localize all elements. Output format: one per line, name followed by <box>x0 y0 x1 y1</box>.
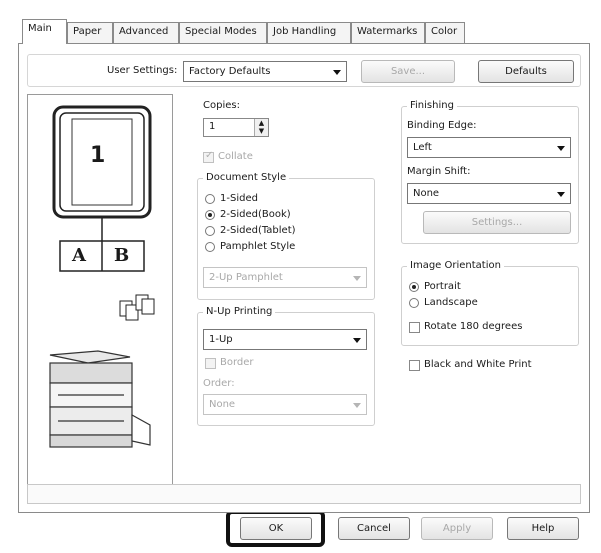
radio-landscape[interactable] <box>409 298 419 308</box>
tab-color[interactable]: Color <box>425 22 465 43</box>
nup-value: 1-Up <box>209 334 233 345</box>
image-orientation-legend: Image Orientation <box>407 260 504 271</box>
save-button-label: Save... <box>390 66 426 77</box>
status-bar <box>27 484 581 504</box>
radio-1-sided-label: 1-Sided <box>220 193 258 204</box>
ok-button[interactable]: OK <box>240 517 312 540</box>
chevron-down-icon <box>557 146 565 151</box>
chevron-down-icon <box>353 338 361 343</box>
black-white-label: Black and White Print <box>424 359 532 370</box>
tab-label: Advanced <box>119 26 169 37</box>
binding-edge-select[interactable]: Left <box>407 137 571 158</box>
radio-2-sided-tablet-label: 2-Sided(Tablet) <box>220 225 296 236</box>
radio-portrait[interactable] <box>409 282 419 292</box>
order-label: Order: <box>203 378 235 389</box>
nup-select[interactable]: 1-Up <box>203 329 367 350</box>
tab-job-handling[interactable]: Job Handling <box>267 22 351 43</box>
binding-edge-label: Binding Edge: <box>407 120 477 131</box>
margin-shift-select[interactable]: None <box>407 183 571 204</box>
preview-page-number: 1 <box>90 143 106 168</box>
border-checkbox[interactable] <box>205 358 216 369</box>
black-white-checkbox[interactable] <box>409 360 420 371</box>
border-label: Border <box>220 357 254 368</box>
ok-button-label: OK <box>268 523 284 534</box>
tab-main[interactable]: Main <box>22 19 67 44</box>
chevron-down-icon <box>333 70 341 75</box>
tab-label: Job Handling <box>273 26 337 37</box>
binding-edge-value: Left <box>413 142 432 153</box>
tab-label: Special Modes <box>185 26 257 37</box>
margin-shift-value: None <box>413 188 440 199</box>
help-button-label: Help <box>531 523 555 534</box>
tab-special-modes[interactable]: Special Modes <box>179 22 267 43</box>
chevron-down-icon <box>557 192 565 197</box>
document-style-legend: Document Style <box>203 172 290 183</box>
radio-portrait-label: Portrait <box>424 281 461 292</box>
tab-label: Paper <box>73 26 102 37</box>
finishing-settings-label: Settings... <box>471 217 523 228</box>
defaults-button[interactable]: Defaults <box>478 60 574 83</box>
rotate-180-checkbox[interactable] <box>409 322 420 333</box>
tab-label: Color <box>431 26 458 37</box>
collate-label: Collate <box>218 151 253 162</box>
tab-label: Watermarks <box>357 26 418 37</box>
user-settings-value: Factory Defaults <box>189 66 271 77</box>
rotate-180-label: Rotate 180 degrees <box>424 321 523 332</box>
cancel-button[interactable]: Cancel <box>338 517 410 540</box>
radio-2-sided-tablet[interactable] <box>205 226 215 236</box>
help-button[interactable]: Help <box>507 517 579 540</box>
main-tab-panel: User Settings: Factory Defaults Save... … <box>18 43 590 513</box>
user-settings-select[interactable]: Factory Defaults <box>183 61 347 82</box>
finishing-legend: Finishing <box>407 100 457 111</box>
radio-pamphlet-style[interactable] <box>205 242 215 252</box>
preview-book-right: B <box>114 245 130 266</box>
pamphlet-select[interactable]: 2-Up Pamphlet <box>203 267 367 288</box>
save-button[interactable]: Save... <box>361 60 455 83</box>
user-settings-label: User Settings: <box>107 65 178 76</box>
chevron-down-icon <box>353 403 361 408</box>
radio-landscape-label: Landscape <box>424 297 478 308</box>
tab-label: Main <box>28 23 52 34</box>
radio-2-sided-book[interactable] <box>205 210 215 220</box>
apply-button-label: Apply <box>442 523 472 534</box>
cancel-button-label: Cancel <box>357 523 391 534</box>
copies-spinner[interactable]: 1 ▲ ▼ <box>203 118 269 137</box>
preview-pane: 1 A B <box>27 94 173 494</box>
finishing-settings-button[interactable]: Settings... <box>423 211 571 234</box>
collate-checkbox[interactable] <box>203 150 214 163</box>
order-select[interactable]: None <box>203 394 367 415</box>
spinner-arrows-icon[interactable]: ▲ ▼ <box>254 119 268 136</box>
copies-value: 1 <box>209 121 216 132</box>
pamphlet-value: 2-Up Pamphlet <box>209 272 283 283</box>
preview-book-left: A <box>72 245 86 266</box>
tab-watermarks[interactable]: Watermarks <box>351 22 425 43</box>
apply-button[interactable]: Apply <box>421 517 493 540</box>
tab-advanced[interactable]: Advanced <box>113 22 179 43</box>
nup-printing-legend: N-Up Printing <box>203 306 276 317</box>
chevron-down-icon <box>353 276 361 281</box>
radio-1-sided[interactable] <box>205 194 215 204</box>
copies-label: Copies: <box>203 100 240 111</box>
margin-shift-label: Margin Shift: <box>407 166 471 177</box>
radio-2-sided-book-label: 2-Sided(Book) <box>220 209 291 220</box>
radio-pamphlet-style-label: Pamphlet Style <box>220 241 296 252</box>
order-value: None <box>209 399 236 410</box>
tab-paper[interactable]: Paper <box>67 22 113 43</box>
defaults-button-label: Defaults <box>505 66 547 77</box>
